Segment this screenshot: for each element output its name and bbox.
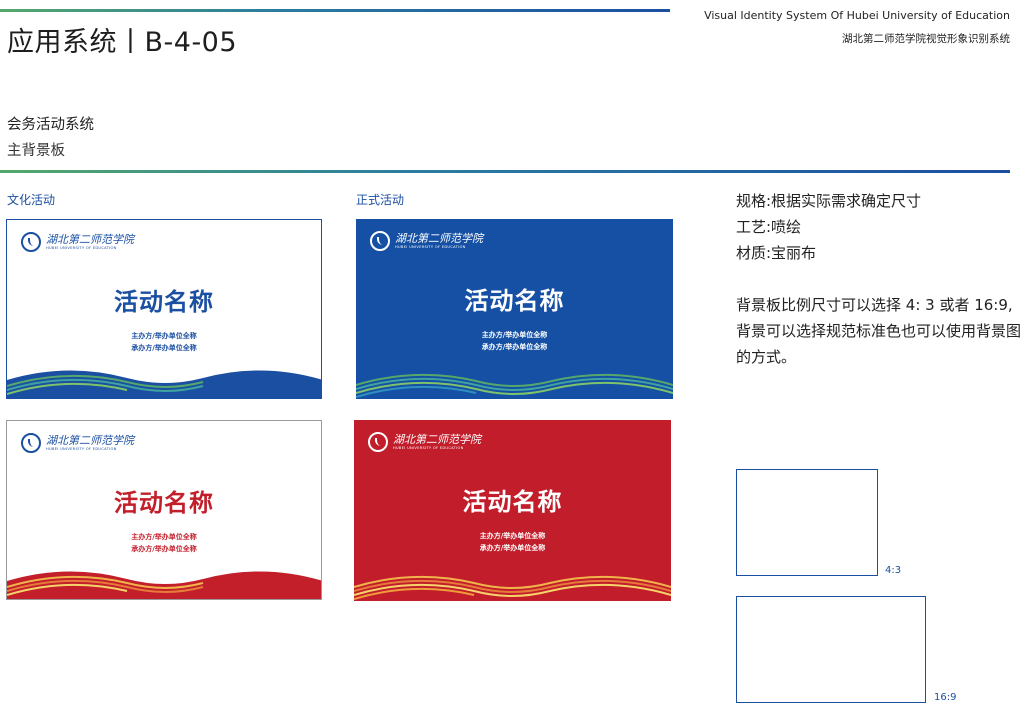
- page-title: 应用系统丨B-4-05: [7, 27, 238, 58]
- host-line: 主办方/举办单位全称: [131, 332, 197, 340]
- caption-formal-activity: 正式活动: [356, 193, 405, 207]
- spec-craft: 工艺:喷绘: [736, 218, 802, 236]
- university-logo: 湖北第二师范学院 HUBEI UNIVERSITY OF EDUCATION: [368, 432, 481, 452]
- logo-english-text: HUBEI UNIVERSITY OF EDUCATION: [46, 245, 117, 250]
- organizer-lines: 主办方/举办单位全称 承办方/举办单位全称: [356, 329, 673, 353]
- book-wave-graphic: [7, 571, 321, 599]
- section-title: 会务活动系统: [7, 117, 94, 133]
- co-host-line: 承办方/举办单位全称: [131, 545, 197, 553]
- event-name: 活动名称: [114, 489, 214, 517]
- co-host-line: 承办方/举办单位全称: [479, 544, 546, 552]
- backdrop-formal-red: 湖北第二师范学院 HUBEI UNIVERSITY OF EDUCATION 活…: [354, 420, 671, 601]
- logo-chinese-text: 湖北第二师范学院: [395, 231, 483, 245]
- ratio-box-16-9: [736, 596, 926, 703]
- book-wave-graphic: [7, 370, 321, 398]
- university-seal-icon: [368, 432, 388, 452]
- section-gradient-rule: [0, 170, 1010, 173]
- ratio-label-16-9: 16:9: [934, 692, 957, 703]
- section-subtitle: 主背景板: [7, 143, 65, 159]
- university-logo: 湖北第二师范学院 HUBEI UNIVERSITY OF EDUCATION: [370, 231, 483, 251]
- ratio-box-4-3: [736, 469, 878, 576]
- university-logo: 湖北第二师范学院 HUBEI UNIVERSITY OF EDUCATION: [21, 433, 134, 453]
- university-seal-icon: [21, 433, 41, 453]
- spec-material: 材质:宝丽布: [736, 244, 817, 262]
- university-seal-icon: [370, 231, 390, 251]
- host-line: 主办方/举办单位全称: [131, 533, 197, 541]
- organizer-lines: 主办方/举办单位全称 承办方/举办单位全称: [7, 330, 321, 354]
- logo-english-text: HUBEI UNIVERSITY OF EDUCATION: [393, 445, 464, 450]
- event-name: 活动名称: [114, 288, 214, 316]
- ratio-description: 背景板比例尺寸可以选择 4: 3 或者 16:9, 背景可以选择规范标准色也可以…: [736, 296, 1022, 366]
- event-name: 活动名称: [462, 488, 563, 516]
- backdrop-formal-blue: 湖北第二师范学院 HUBEI UNIVERSITY OF EDUCATION 活…: [356, 219, 673, 399]
- co-host-line: 承办方/举办单位全称: [481, 343, 548, 351]
- backdrop-cultural-red: 湖北第二师范学院 HUBEI UNIVERSITY OF EDUCATION 活…: [6, 420, 322, 600]
- book-wave-graphic: [356, 373, 673, 398]
- book-wave-graphic: [354, 575, 671, 600]
- co-host-line: 承办方/举办单位全称: [131, 344, 197, 352]
- event-name: 活动名称: [464, 287, 565, 315]
- logo-chinese-text: 湖北第二师范学院: [393, 432, 481, 446]
- caption-cultural-activity: 文化活动: [7, 193, 56, 207]
- organizer-lines: 主办方/举办单位全称 承办方/举办单位全称: [7, 531, 321, 555]
- backdrop-cultural-blue: 湖北第二师范学院 HUBEI UNIVERSITY OF EDUCATION 活…: [6, 219, 322, 399]
- logo-english-text: HUBEI UNIVERSITY OF EDUCATION: [395, 244, 466, 249]
- host-line: 主办方/举办单位全称: [481, 331, 548, 339]
- spec-size: 规格:根据实际需求确定尺寸: [736, 192, 922, 210]
- university-logo: 湖北第二师范学院 HUBEI UNIVERSITY OF EDUCATION: [21, 232, 134, 252]
- logo-chinese-text: 湖北第二师范学院: [46, 433, 134, 447]
- top-gradient-rule: [0, 9, 670, 12]
- brand-name-english: Visual Identity System Of Hubei Universi…: [704, 9, 1010, 22]
- organizer-lines: 主办方/举办单位全称 承办方/举办单位全称: [354, 530, 671, 554]
- university-seal-icon: [21, 232, 41, 252]
- ratio-label-4-3: 4:3: [885, 565, 902, 576]
- brand-name-chinese: 湖北第二师范学院视觉形象识别系统: [842, 33, 1010, 45]
- host-line: 主办方/举办单位全称: [479, 532, 546, 540]
- logo-chinese-text: 湖北第二师范学院: [46, 232, 134, 246]
- spec-block: 规格:根据实际需求确定尺寸 工艺:喷绘 材质:宝丽布: [736, 188, 921, 266]
- logo-english-text: HUBEI UNIVERSITY OF EDUCATION: [46, 446, 117, 451]
